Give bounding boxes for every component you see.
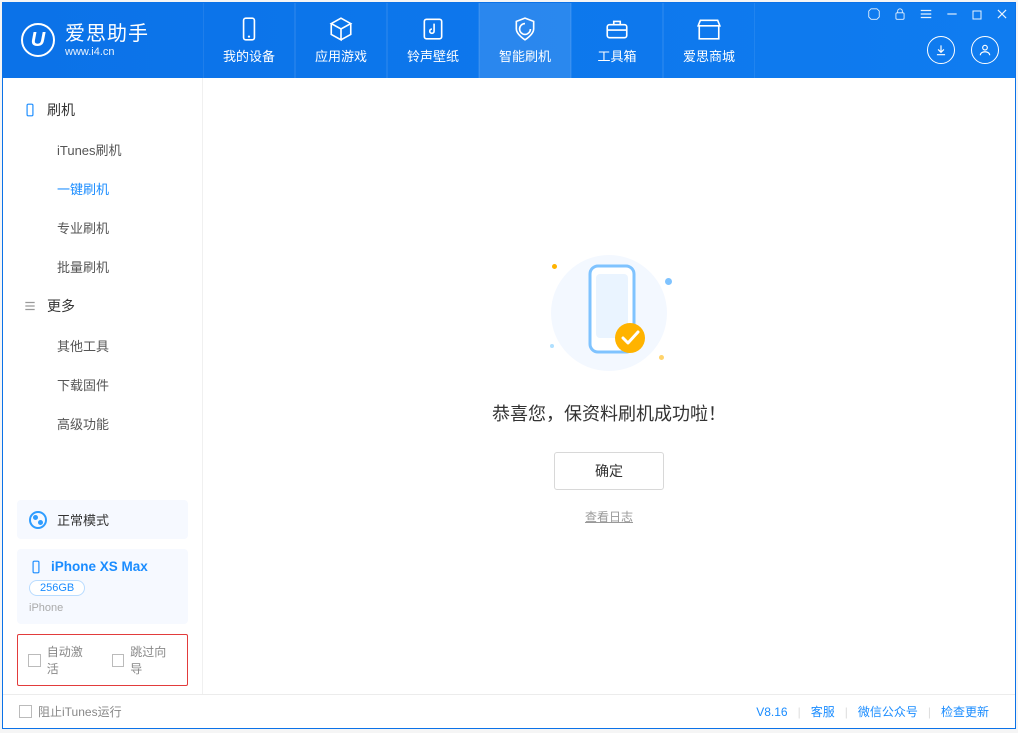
sidebar-item-batch-flash[interactable]: 批量刷机: [3, 247, 202, 286]
maximize-button[interactable]: [971, 8, 983, 24]
window-controls: [867, 7, 1009, 24]
user-button[interactable]: [971, 36, 999, 64]
checkbox-label: 自动激活: [47, 643, 94, 677]
header-right-buttons: [927, 36, 999, 64]
sidebar-item-advanced[interactable]: 高级功能: [3, 404, 202, 443]
app-url: www.i4.cn: [65, 46, 149, 59]
version-label: V8.16: [756, 705, 797, 719]
flash-options-row: 自动激活 跳过向导: [17, 634, 188, 686]
logo: U 爱思助手 www.i4.cn: [3, 23, 203, 59]
toolbox-icon: [604, 16, 630, 42]
feedback-icon[interactable]: [867, 7, 881, 24]
minimize-button[interactable]: [945, 7, 959, 24]
main-panel: 恭喜您，保资料刷机成功啦！ 确定 查看日志: [203, 78, 1015, 694]
nav-ringtones[interactable]: 铃声壁纸: [387, 3, 479, 78]
top-nav: 我的设备 应用游戏 铃声壁纸 智能刷机 工具箱 爱思商城: [203, 3, 755, 78]
device-type: iPhone: [29, 602, 176, 614]
nav-toolbox[interactable]: 工具箱: [571, 3, 663, 78]
sidebar-cat-more[interactable]: 更多: [3, 286, 202, 326]
auto-activate-checkbox[interactable]: 自动激活: [28, 643, 94, 677]
nav-flash[interactable]: 智能刷机: [479, 3, 571, 78]
store-icon: [696, 16, 722, 42]
sidebar-item-itunes-flash[interactable]: iTunes刷机: [3, 130, 202, 169]
device-capacity: 256GB: [29, 580, 85, 596]
nav-label: 应用游戏: [315, 46, 367, 65]
music-icon: [420, 16, 446, 42]
nav-apps[interactable]: 应用游戏: [295, 3, 387, 78]
footer: 阻止iTunes运行 V8.16 | 客服 | 微信公众号 | 检查更新: [3, 694, 1015, 728]
device-name: iPhone XS Max: [51, 559, 148, 574]
checkbox-icon: [112, 654, 125, 667]
logo-icon: U: [21, 23, 55, 57]
checkbox-icon: [19, 705, 32, 718]
close-button[interactable]: [995, 7, 1009, 24]
checkbox-label: 跳过向导: [130, 643, 177, 677]
list-icon: [23, 299, 37, 313]
mode-card[interactable]: 正常模式: [17, 500, 188, 539]
nav-my-device[interactable]: 我的设备: [203, 3, 295, 78]
cat-label: 刷机: [47, 100, 75, 120]
nav-label: 爱思商城: [683, 46, 735, 65]
ok-button[interactable]: 确定: [554, 452, 664, 490]
view-log-link[interactable]: 查看日志: [492, 508, 726, 525]
sidebar-item-onekey-flash[interactable]: 一键刷机: [3, 169, 202, 208]
device-icon: [29, 560, 43, 574]
cat-label: 更多: [47, 296, 75, 316]
success-message: 恭喜您，保资料刷机成功啦！: [492, 400, 726, 426]
nav-store[interactable]: 爱思商城: [663, 3, 755, 78]
footer-link-wechat[interactable]: 微信公众号: [848, 703, 928, 720]
mode-label: 正常模式: [57, 510, 109, 529]
skip-guide-checkbox[interactable]: 跳过向导: [112, 643, 178, 677]
shield-icon: [512, 16, 538, 42]
sidebar-cat-flash[interactable]: 刷机: [3, 90, 202, 130]
app-header: U 爱思助手 www.i4.cn 我的设备 应用游戏 铃声壁纸 智能刷机: [3, 3, 1015, 78]
nav-label: 我的设备: [223, 46, 275, 65]
checkbox-label: 阻止iTunes运行: [38, 703, 122, 720]
footer-link-update[interactable]: 检查更新: [931, 703, 999, 720]
checkbox-icon: [28, 654, 41, 667]
device-icon: [236, 16, 262, 42]
nav-label: 铃声壁纸: [407, 46, 459, 65]
nav-label: 工具箱: [597, 46, 636, 65]
sidebar-item-download-fw[interactable]: 下载固件: [3, 365, 202, 404]
menu-icon[interactable]: [919, 7, 933, 24]
block-itunes-checkbox[interactable]: 阻止iTunes运行: [19, 703, 122, 720]
app-title: 爱思助手: [65, 23, 149, 46]
success-pane: 恭喜您，保资料刷机成功啦！ 确定 查看日志: [492, 248, 726, 525]
mode-icon: [29, 511, 47, 529]
success-illustration: [544, 248, 674, 378]
footer-link-support[interactable]: 客服: [801, 703, 845, 720]
cube-icon: [328, 16, 354, 42]
sidebar-item-pro-flash[interactable]: 专业刷机: [3, 208, 202, 247]
download-icon: [934, 43, 948, 57]
user-icon: [978, 43, 992, 57]
phone-icon: [23, 103, 37, 117]
lock-icon[interactable]: [893, 7, 907, 24]
download-button[interactable]: [927, 36, 955, 64]
nav-label: 智能刷机: [499, 46, 551, 65]
sidebar: 刷机 iTunes刷机 一键刷机 专业刷机 批量刷机 更多 其他工具 下载固件 …: [3, 78, 203, 694]
sidebar-item-other-tools[interactable]: 其他工具: [3, 326, 202, 365]
device-card[interactable]: iPhone XS Max 256GB iPhone: [17, 549, 188, 624]
